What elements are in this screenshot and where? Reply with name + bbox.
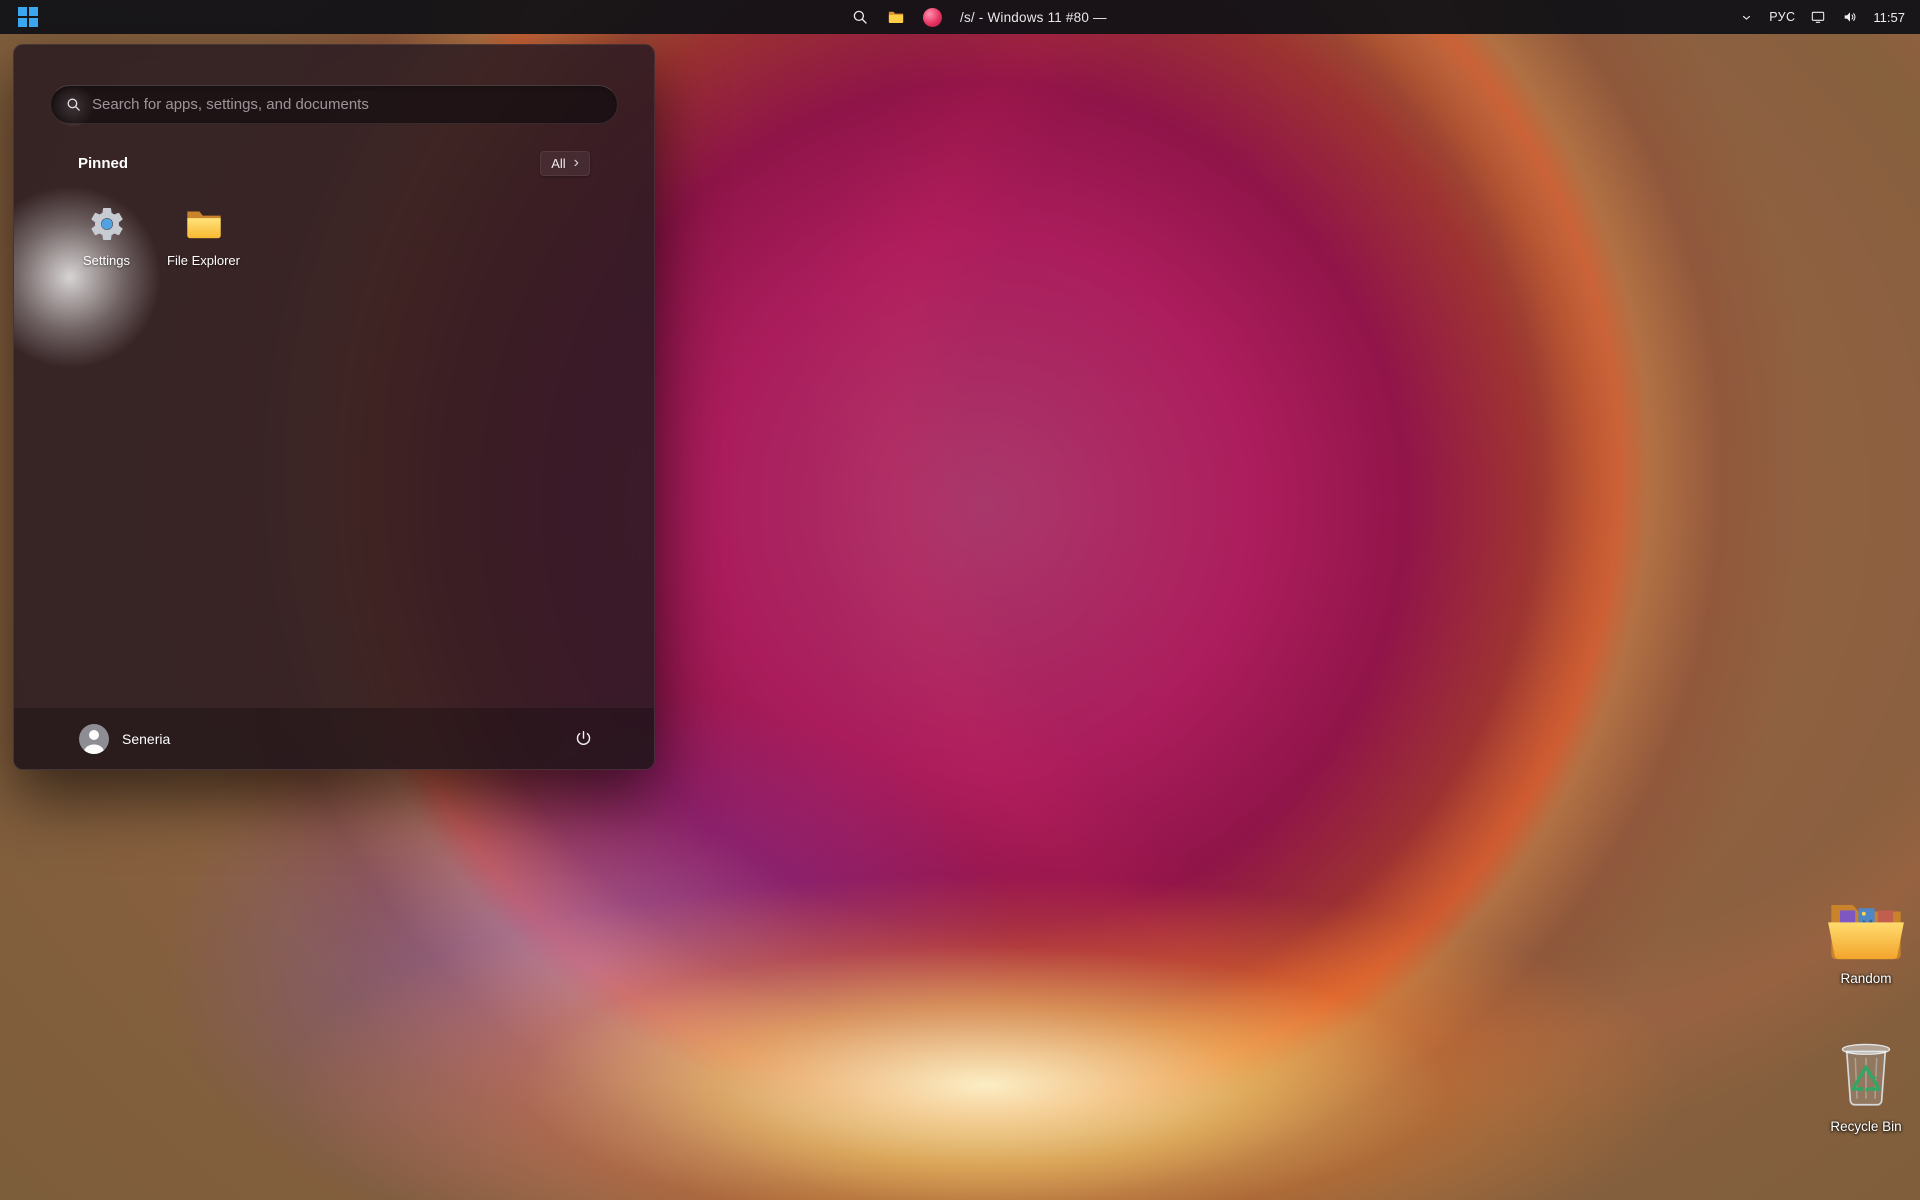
recycle-bin-icon [1836, 1034, 1896, 1114]
all-apps-button[interactable]: All › [540, 151, 590, 176]
taskbar-center: /s/ - Windows 11 #80 — [846, 0, 1107, 34]
clock[interactable]: 11:57 [1870, 3, 1908, 31]
start-search-box[interactable] [50, 85, 618, 124]
taskbar-search-button[interactable] [846, 3, 874, 31]
desktop-icon-label: Random [1840, 971, 1891, 986]
pinned-apps-grid: Settings File Explorer [58, 192, 610, 282]
folder-with-photos-icon [1827, 896, 1905, 966]
person-icon [79, 724, 109, 754]
desktop-icon-label: Recycle Bin [1830, 1119, 1901, 1134]
power-icon [574, 729, 593, 748]
windows-logo-icon [18, 7, 38, 27]
pinned-app-label: File Explorer [167, 253, 240, 268]
volume-tray-button[interactable] [1838, 3, 1862, 31]
user-profile-button[interactable]: Seneria [70, 719, 179, 759]
taskbar-left [0, 0, 44, 34]
language-indicator[interactable]: РУС [1766, 3, 1798, 31]
start-menu: Pinned All › Settings [13, 44, 655, 770]
start-search-input[interactable] [92, 96, 603, 113]
user-name: Seneria [122, 731, 170, 747]
all-apps-label: All [551, 156, 565, 171]
start-menu-footer: Seneria [14, 707, 654, 769]
power-button[interactable] [564, 720, 602, 758]
file-explorer-folder-icon [184, 204, 224, 244]
user-avatar [79, 724, 109, 754]
system-tray: РУС 11:57 [1734, 0, 1920, 34]
pinned-app-label: Settings [83, 253, 130, 268]
taskbar: /s/ - Windows 11 #80 — РУС [0, 0, 1920, 34]
red-app-icon [923, 8, 942, 27]
pinned-heading: Pinned [78, 155, 128, 172]
speaker-icon [1842, 9, 1858, 25]
monitor-icon [1810, 9, 1826, 25]
folder-icon [887, 8, 905, 26]
search-icon [851, 8, 869, 26]
chevron-down-icon [1740, 11, 1753, 24]
start-button[interactable] [12, 2, 44, 32]
display-tray-button[interactable] [1806, 3, 1830, 31]
pinned-app-file-explorer[interactable]: File Explorer [155, 192, 252, 282]
screen: /s/ - Windows 11 #80 — РУС [0, 0, 1920, 1200]
active-window-title: /s/ - Windows 11 #80 — [960, 10, 1107, 25]
chevron-right-icon: › [574, 155, 579, 171]
tray-expand-button[interactable] [1734, 3, 1758, 31]
desktop-icon-random[interactable]: Random [1812, 896, 1920, 986]
pinned-app-settings[interactable]: Settings [58, 192, 155, 282]
pinned-section-header: Pinned All › [78, 151, 590, 176]
taskbar-active-app-button[interactable] [918, 3, 946, 31]
search-icon [65, 96, 82, 113]
settings-gear-icon [87, 204, 127, 244]
taskbar-file-explorer-button[interactable] [882, 3, 910, 31]
desktop-icon-recycle-bin[interactable]: Recycle Bin [1812, 1034, 1920, 1134]
